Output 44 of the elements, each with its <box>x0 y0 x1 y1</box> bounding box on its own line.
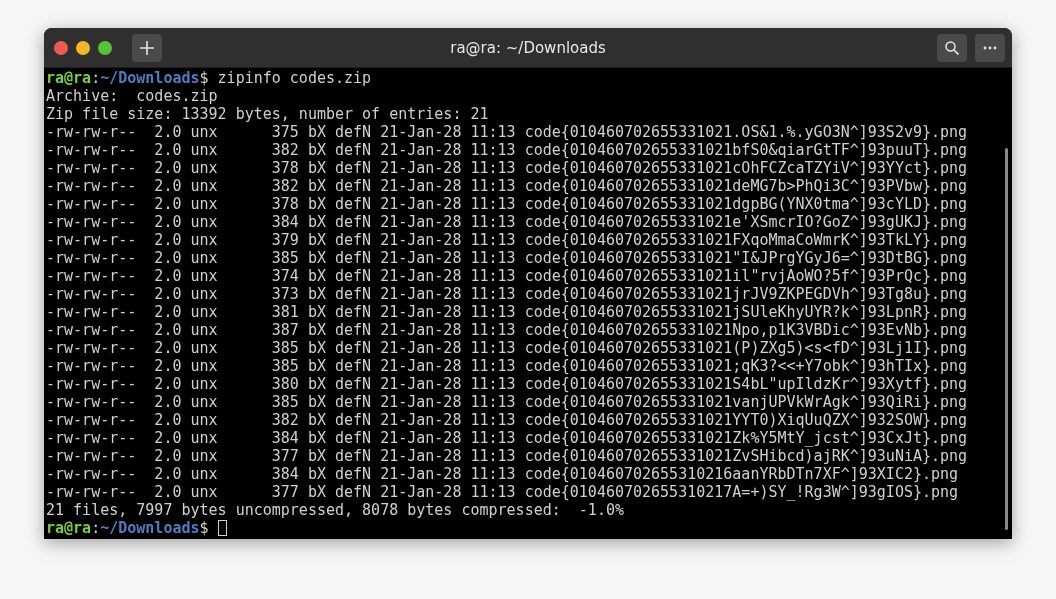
plus-icon <box>140 40 154 55</box>
output-line: -rw-rw-r-- 2.0 unx 382 bX defN 21-Jan-28 11:13 code{010460702655331021YYT0)XiqUuQZX^]932SOW}.png <box>46 411 968 429</box>
output-line: -rw-rw-r-- 2.0 unx 385 bX defN 21-Jan-28 11:13 code{010460702655331021"I&JPrgYGyJ6=^]93DtBG}.png <box>46 249 968 267</box>
prompt-path: ~/Downloads <box>100 69 200 87</box>
window-title: ra@ra: ~/Downloads <box>450 38 606 57</box>
output-line: -rw-rw-r-- 2.0 unx 374 bX defN 21-Jan-28 11:13 code{010460702655331021il"rvjAoWO?5f^]93PrQc}.png <box>46 267 968 285</box>
prompt-path: ~/Downloads <box>100 519 200 537</box>
output-line: -rw-rw-r-- 2.0 unx 385 bX defN 21-Jan-28 11:13 code{010460702655331021(P)ZXg5)<s<fD^]93Lj1I}.png <box>46 339 968 357</box>
maximize-button[interactable] <box>98 40 112 55</box>
output-line: -rw-rw-r-- 2.0 unx 381 bX defN 21-Jan-28 11:13 code{010460702655331021jSUleKhyUYR?k^]93LpnR}.png <box>46 303 968 321</box>
output-line: -rw-rw-r-- 2.0 unx 375 bX defN 21-Jan-28 11:13 code{010460702655331021.OS&1.%.yGO3N^]93S2v9}.png <box>46 123 968 141</box>
search-button[interactable] <box>937 33 967 62</box>
close-button[interactable] <box>54 40 68 55</box>
minimize-button[interactable] <box>76 40 90 55</box>
output-line: -rw-rw-r-- 2.0 unx 385 bX defN 21-Jan-28 11:13 code{010460702655331021vanjUPVkWrAgk^]93QiRi}.png <box>46 393 968 411</box>
output-line: -rw-rw-r-- 2.0 unx 384 bX defN 21-Jan-28 11:13 code{010460702655310216aanYRbDTn7XF^]93XIC2}.png <box>46 465 959 483</box>
prompt-separator: : <box>91 519 101 537</box>
output-line: -rw-rw-r-- 2.0 unx 377 bX defN 21-Jan-28 11:13 code{010460702655331021ZvSHibcd)ajRK^]93uNiA}.png <box>46 447 968 465</box>
output-line: -rw-rw-r-- 2.0 unx 378 bX defN 21-Jan-28 11:13 code{010460702655331021cOhFCZcaTZYiV^]93YYct}.png <box>46 159 968 177</box>
prompt-user: ra@ra <box>46 69 92 87</box>
output-line: -rw-rw-r-- 2.0 unx 384 bX defN 21-Jan-28 11:13 code{010460702655331021e'XSmcrIO?GoZ^]93gUKJ}.png <box>46 213 968 231</box>
output-line: -rw-rw-r-- 2.0 unx 385 bX defN 21-Jan-28 11:13 code{010460702655331021;qK3?<<+Y7obk^]93hTIx}.png <box>46 357 968 375</box>
output-line: -rw-rw-r-- 2.0 unx 377 bX defN 21-Jan-28 11:13 code{010460702655310217A=+)SY_!Rg3W^]93gIOS}.png <box>46 483 959 501</box>
prompt-user: ra@ra <box>46 519 92 537</box>
search-icon <box>945 40 959 55</box>
output-line: -rw-rw-r-- 2.0 unx 380 bX defN 21-Jan-28 11:13 code{010460702655331021S4bL"upIldzKr^]93Xytf}.png <box>46 375 968 393</box>
output-line: -rw-rw-r-- 2.0 unx 387 bX defN 21-Jan-28 11:13 code{010460702655331021Npo,p1K3VBDic^]93EvNb}.png <box>46 321 968 339</box>
prompt-separator: : <box>91 69 101 87</box>
menu-button[interactable] <box>975 33 1005 62</box>
output-line: -rw-rw-r-- 2.0 unx 373 bX defN 21-Jan-28 11:13 code{010460702655331021jrJV9ZKPEGDVh^]93Tg8u}.png <box>46 285 968 303</box>
command-text: zipinfo codes.zip <box>216 69 372 87</box>
prompt-symbol: $ <box>199 519 209 537</box>
output-line: -rw-rw-r-- 2.0 unx 382 bX defN 21-Jan-28 11:13 code{010460702655331021bfS0&qiarGtTF^]93puuT}.png <box>46 141 968 159</box>
output-line: -rw-rw-r-- 2.0 unx 384 bX defN 21-Jan-28 11:13 code{010460702655331021Zk%Y5MtY_jcst^]93CxJt}.png <box>46 429 968 447</box>
output-line: -rw-rw-r-- 2.0 unx 378 bX defN 21-Jan-28 11:13 code{010460702655331021dgpBG(YNX0tma^]93cYLD}.png <box>46 195 968 213</box>
output-line: 21 files, 7997 bytes uncompressed, 8078 bytes compressed: -1.0% <box>46 501 624 519</box>
prompt-symbol: $ <box>199 69 209 87</box>
more-icon <box>983 45 997 50</box>
output-line: Zip file size: 13392 bytes, number of entries: 21 <box>46 105 489 123</box>
new-tab-button[interactable] <box>132 33 162 62</box>
output-line: -rw-rw-r-- 2.0 unx 379 bX defN 21-Jan-28 11:13 code{010460702655331021FXqoMmaCoWmrK^]93TkLY}.png <box>46 231 968 249</box>
output-line: Archive: codes.zip <box>46 87 218 105</box>
output-line: -rw-rw-r-- 2.0 unx 382 bX defN 21-Jan-28 11:13 code{010460702655331021deMG7b>PhQi3C^]93PVbw}.png <box>46 177 968 195</box>
scrollbar[interactable] <box>1005 148 1008 530</box>
